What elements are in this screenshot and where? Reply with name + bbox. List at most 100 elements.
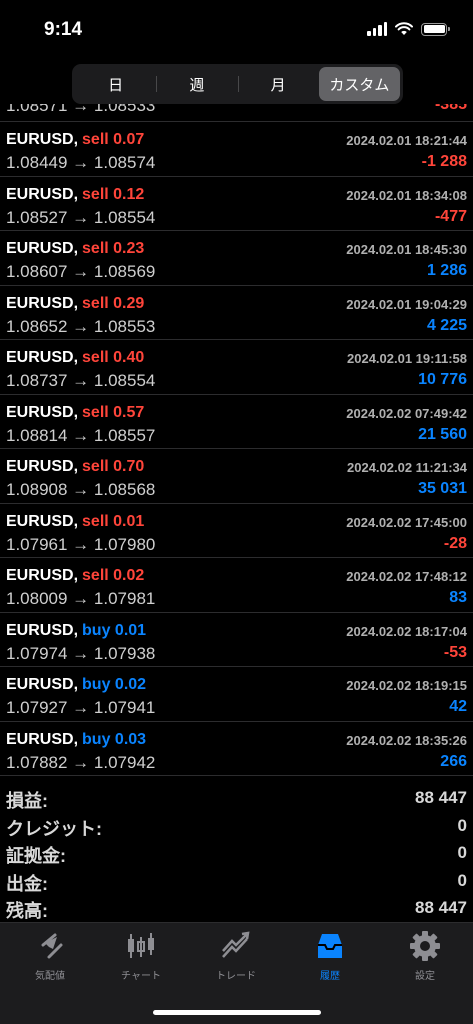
summary-label: 出金:: [6, 873, 48, 894]
trade-symbol: EURUSD, buy 0.02: [6, 676, 146, 694]
trade-prices: 1.08814 → 1.08557: [6, 425, 156, 445]
trade-icon: [219, 929, 253, 963]
trade-lot: 0.29: [113, 294, 145, 312]
trade-side-label: sell: [82, 349, 109, 366]
tab-label: チャート: [121, 971, 161, 982]
trade-date: 2024.02.02 18:17:04: [346, 623, 467, 639]
trade-prices: 1.07974 → 1.07938: [6, 643, 156, 663]
summary-value: 0: [457, 843, 467, 862]
gear-icon: [408, 929, 442, 963]
trade-profit: -28: [443, 534, 467, 552]
trade-row-partial[interactable]: 1.08571 → 1.08533 -385: [0, 104, 473, 122]
trade-date: 2024.02.02 18:35:26: [346, 732, 467, 748]
trade-row[interactable]: EURUSD, sell 0.23 2024.02.01 18:45:30 1.086…: [0, 231, 473, 286]
segment-day[interactable]: 日: [75, 67, 156, 101]
trade-symbol-name: EURUSD,: [6, 403, 79, 421]
trade-prices: 1.07882 → 1.07942: [6, 752, 156, 772]
trade-profit: 4 225: [426, 316, 467, 334]
trade-row[interactable]: EURUSD, sell 0.02 2024.02.02 17:48:12 1.080…: [0, 558, 473, 613]
trade-symbol: EURUSD, sell 0.57: [6, 404, 144, 422]
segment-month[interactable]: 月: [237, 67, 319, 101]
trade-side: sell 0.70: [82, 458, 144, 475]
summary-label: 残高:: [6, 901, 48, 921]
trade-row[interactable]: EURUSD, sell 0.12 2024.02.01 18:34:08 1.085…: [0, 177, 473, 231]
trade-side-label: sell: [82, 567, 109, 584]
status-icons: [367, 22, 450, 36]
trade-prices: 1.07927 → 1.07941: [6, 698, 156, 717]
trade-side: sell 0.07: [82, 131, 144, 148]
trade-row[interactable]: EURUSD, sell 0.29 2024.02.01 19:04:29 1.086…: [0, 286, 473, 340]
tab-label: 設定: [415, 971, 435, 982]
trade-symbol-name: EURUSD,: [6, 567, 79, 584]
tab-history[interactable]: 履歴: [283, 929, 377, 987]
trade-symbol-name: EURUSD,: [6, 185, 79, 203]
tab-quotes[interactable]: 気配値: [3, 929, 97, 987]
trade-symbol-name: EURUSD,: [6, 676, 79, 693]
tab-trade[interactable]: トレード: [189, 929, 283, 987]
trade-date: 2024.02.01 18:45:30: [346, 242, 467, 257]
trade-prices: 1.08908 → 1.08568: [6, 480, 156, 499]
trade-side: sell 0.01: [82, 513, 144, 530]
trade-side: buy 0.01: [82, 622, 146, 639]
trade-date: 2024.02.02 11:21:34: [347, 460, 467, 475]
trade-lot: 0.07: [113, 131, 145, 148]
trade-date: 2024.02.01 18:21:44: [346, 133, 467, 148]
history-summary: 損益: 88 447 クレジット: 0 証拠金: 0 出金: 0 残高: 88 …: [0, 785, 473, 923]
trade-row[interactable]: EURUSD, sell 0.40 2024.02.01 19:11:58 1.087…: [0, 340, 473, 395]
tab-settings[interactable]: 設定: [378, 929, 472, 987]
trade-symbol-name: EURUSD,: [6, 458, 79, 475]
trade-row[interactable]: EURUSD, buy 0.02 2024.02.02 18:19:15 1.0792…: [0, 667, 473, 722]
trade-lot: 0.23: [113, 240, 145, 257]
trade-prices: 1.07961 → 1.07980: [6, 534, 156, 554]
trade-symbol-name: EURUSD,: [6, 512, 79, 530]
trade-profit: -1 288: [421, 153, 467, 170]
summary-value: 88 447: [415, 788, 467, 807]
summary-profit-row: 損益: 88 447: [0, 785, 473, 813]
trade-symbol-name: EURUSD,: [6, 621, 79, 639]
trade-side-label: buy: [82, 676, 111, 693]
trade-history-list[interactable]: 1.08571 → 1.08533 -385 EURUSD, sell 0.07 2…: [0, 104, 473, 778]
trade-symbol-name: EURUSD,: [6, 131, 79, 148]
trade-row[interactable]: EURUSD, sell 0.01 2024.02.02 17:45:00 1.079…: [0, 504, 473, 558]
trade-row[interactable]: EURUSD, buy 0.01 2024.02.02 18:17:04 1.0797…: [0, 613, 473, 667]
battery-icon: [421, 22, 450, 36]
trade-symbol-name: EURUSD,: [6, 730, 79, 748]
trade-profit: 35 031: [418, 480, 467, 497]
tab-label: トレード: [216, 971, 256, 982]
trade-row[interactable]: EURUSD, sell 0.07 2024.02.01 18:21:44 1.084…: [0, 122, 473, 177]
trade-symbol: EURUSD, sell 0.70: [6, 458, 144, 476]
trade-profit: 266: [440, 752, 467, 770]
trade-row[interactable]: EURUSD, sell 0.70 2024.02.02 11:21:34 1.089…: [0, 449, 473, 504]
trade-symbol: EURUSD, buy 0.03: [6, 731, 146, 749]
trade-row[interactable]: EURUSD, sell 0.57 2024.02.02 07:49:42 1.088…: [0, 395, 473, 449]
trade-profit: 1 286: [426, 262, 467, 279]
trade-row[interactable]: EURUSD, buy 0.03 2024.02.02 18:35:26 1.0788…: [0, 722, 473, 776]
trade-side-label: buy: [82, 621, 111, 639]
segment-custom[interactable]: カスタム: [318, 67, 400, 101]
trade-side: sell 0.57: [82, 404, 144, 421]
quotes-icon: [33, 929, 67, 963]
trade-prices: 1.08737 → 1.08554: [6, 371, 156, 390]
bottom-tab-bar: 気配値 チャート トレード 履歴 設定: [0, 922, 473, 1024]
segment-week[interactable]: 週: [156, 67, 237, 101]
trade-side-label: sell: [82, 131, 109, 148]
trade-date: 2024.02.01 19:04:29: [346, 296, 467, 312]
trade-side: sell 0.23: [82, 240, 144, 257]
chart-icon: [124, 929, 158, 963]
trade-side: sell 0.40: [82, 349, 144, 366]
summary-label: 証拠金:: [6, 846, 66, 866]
trade-lot: 0.03: [114, 730, 147, 748]
trade-lot: 0.02: [114, 676, 147, 693]
trade-side-label: sell: [82, 512, 109, 530]
trade-prices: 1.08527 → 1.08554: [6, 207, 156, 227]
trade-profit: -385: [434, 104, 467, 113]
trade-side: sell 0.02: [82, 567, 144, 584]
trade-side-label: sell: [82, 403, 109, 421]
trade-symbol: EURUSD, sell 0.23: [6, 240, 144, 258]
summary-credit-row: クレジット: 0: [0, 813, 473, 841]
trade-side-label: sell: [82, 240, 109, 257]
trade-prices: 1.08449 → 1.08574: [6, 153, 156, 172]
tab-chart[interactable]: チャート: [94, 929, 188, 987]
trade-side: sell 0.29: [82, 295, 144, 312]
trade-side: buy 0.03: [82, 731, 146, 748]
